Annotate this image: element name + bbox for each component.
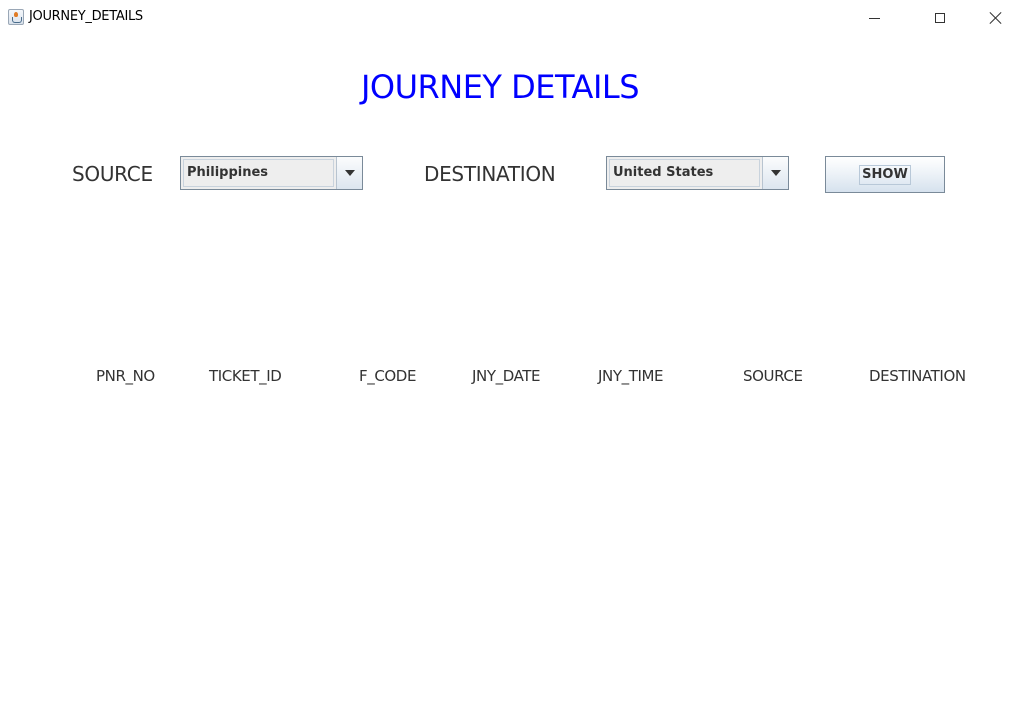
column-header-ticket-id: TICKET_ID xyxy=(209,367,282,385)
source-dropdown-button[interactable] xyxy=(336,157,362,189)
column-header-jny-time: JNY_TIME xyxy=(598,367,664,385)
close-button[interactable] xyxy=(973,0,1019,36)
source-label: SOURCE xyxy=(72,162,153,186)
destination-label: DESTINATION xyxy=(424,162,556,186)
chevron-down-icon xyxy=(770,170,781,176)
column-header-jny-date: JNY_DATE xyxy=(472,367,541,385)
destination-selected-value[interactable]: United States xyxy=(609,159,760,187)
journey-details-window: JOURNEY_DETAILS JOURNEY DETAILS SOURCE P… xyxy=(0,0,1024,717)
results-table-body xyxy=(0,400,1024,717)
maximize-button[interactable] xyxy=(917,0,963,36)
page-title: JOURNEY DETAILS xyxy=(360,68,640,106)
column-header-source: SOURCE xyxy=(743,367,803,385)
column-header-f-code: F_CODE xyxy=(359,367,417,385)
source-selected-value[interactable]: Philippines xyxy=(183,159,334,187)
source-combobox[interactable]: Philippines xyxy=(180,156,363,190)
destination-combobox[interactable]: United States xyxy=(606,156,789,190)
java-cup-icon xyxy=(12,17,22,23)
column-header-pnr-no: PNR_NO xyxy=(96,367,155,385)
destination-dropdown-button[interactable] xyxy=(762,157,788,189)
minimize-icon xyxy=(868,17,880,19)
minimize-button[interactable] xyxy=(851,0,897,36)
close-icon xyxy=(990,12,1002,24)
column-header-destination: DESTINATION xyxy=(869,367,966,385)
maximize-icon xyxy=(935,13,945,23)
window-title: JOURNEY_DETAILS xyxy=(29,9,143,24)
page-heading-container: JOURNEY DETAILS xyxy=(0,68,1000,106)
show-button-label: SHOW xyxy=(859,164,911,185)
title-bar: JOURNEY_DETAILS xyxy=(0,0,1024,36)
java-app-icon xyxy=(8,9,24,25)
show-button[interactable]: SHOW xyxy=(825,156,945,193)
chevron-down-icon xyxy=(344,170,355,176)
